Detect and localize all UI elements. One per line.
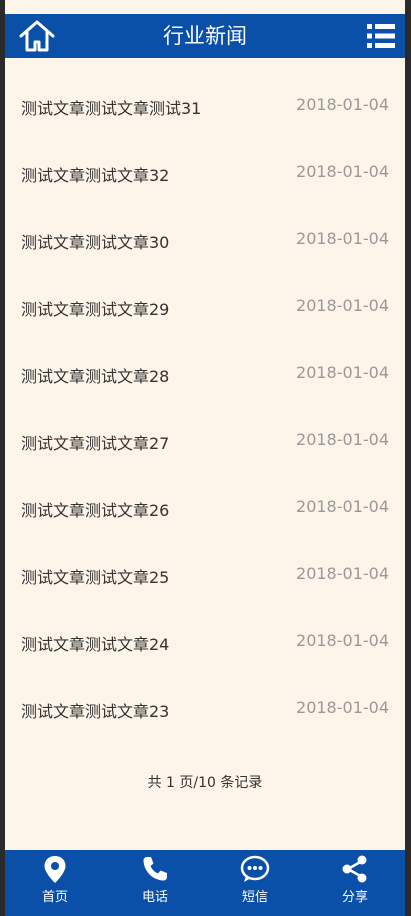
news-title: 测试文章测试文章30 xyxy=(21,233,170,252)
home-icon xyxy=(19,20,55,52)
news-date: 2018-01-04 xyxy=(296,698,389,717)
list-menu-icon xyxy=(367,24,395,48)
news-title: 测试文章测试文章24 xyxy=(21,635,170,654)
nav-share[interactable]: 分享 xyxy=(305,850,405,916)
news-list: 测试文章测试文章测试31 2018-01-04 测试文章测试文章32 2018-… xyxy=(5,75,405,745)
page-title: 行业新闻 xyxy=(163,24,247,48)
news-title: 测试文章测试文章测试31 xyxy=(21,99,202,118)
nav-sms[interactable]: 短信 xyxy=(205,850,305,916)
news-date: 2018-01-04 xyxy=(296,497,389,516)
news-item[interactable]: 测试文章测试文章30 2018-01-04 xyxy=(5,209,405,276)
news-date: 2018-01-04 xyxy=(296,296,389,315)
news-item[interactable]: 测试文章测试文章测试31 2018-01-04 xyxy=(5,75,405,142)
news-item[interactable]: 测试文章测试文章29 2018-01-04 xyxy=(5,276,405,343)
news-date: 2018-01-04 xyxy=(296,631,389,650)
share-icon xyxy=(342,855,367,883)
news-title: 测试文章测试文章26 xyxy=(21,501,170,520)
news-date: 2018-01-04 xyxy=(296,162,389,181)
news-date: 2018-01-04 xyxy=(296,564,389,583)
nav-phone[interactable]: 电话 xyxy=(105,850,205,916)
news-date: 2018-01-04 xyxy=(296,95,389,114)
news-item[interactable]: 测试文章测试文章23 2018-01-04 xyxy=(5,678,405,745)
app-frame: 行业新闻 测试文章测试文章测试31 2018-01-04 测试文章测试文章32 … xyxy=(5,0,405,916)
nav-home-label: 首页 xyxy=(41,890,68,905)
news-item[interactable]: 测试文章测试文章32 2018-01-04 xyxy=(5,142,405,209)
news-title: 测试文章测试文章27 xyxy=(21,434,170,453)
news-title: 测试文章测试文章25 xyxy=(21,568,170,587)
news-item[interactable]: 测试文章测试文章25 2018-01-04 xyxy=(5,544,405,611)
news-date: 2018-01-04 xyxy=(296,363,389,382)
news-item[interactable]: 测试文章测试文章27 2018-01-04 xyxy=(5,410,405,477)
news-title: 测试文章测试文章23 xyxy=(21,702,170,721)
news-title: 测试文章测试文章29 xyxy=(21,300,170,319)
nav-sms-label: 短信 xyxy=(241,890,268,905)
nav-share-label: 分享 xyxy=(341,890,368,905)
phone-icon xyxy=(143,857,167,881)
menu-button[interactable] xyxy=(365,21,397,51)
bottom-nav: 首页 电话 短信 分享 xyxy=(5,850,405,916)
home-button[interactable] xyxy=(17,18,57,54)
news-date: 2018-01-04 xyxy=(296,430,389,449)
news-item[interactable]: 测试文章测试文章26 2018-01-04 xyxy=(5,477,405,544)
news-title: 测试文章测试文章28 xyxy=(21,367,170,386)
nav-home[interactable]: 首页 xyxy=(5,850,105,916)
news-title: 测试文章测试文章32 xyxy=(21,166,170,185)
pagination-info: 共 1 页/10 条记录 xyxy=(147,775,263,791)
top-header: 行业新闻 xyxy=(5,14,405,58)
news-date: 2018-01-04 xyxy=(296,229,389,248)
sms-icon xyxy=(240,855,270,882)
nav-phone-label: 电话 xyxy=(141,890,168,905)
map-pin-icon xyxy=(44,856,66,883)
news-item[interactable]: 测试文章测试文章28 2018-01-04 xyxy=(5,343,405,410)
news-item[interactable]: 测试文章测试文章24 2018-01-04 xyxy=(5,611,405,678)
